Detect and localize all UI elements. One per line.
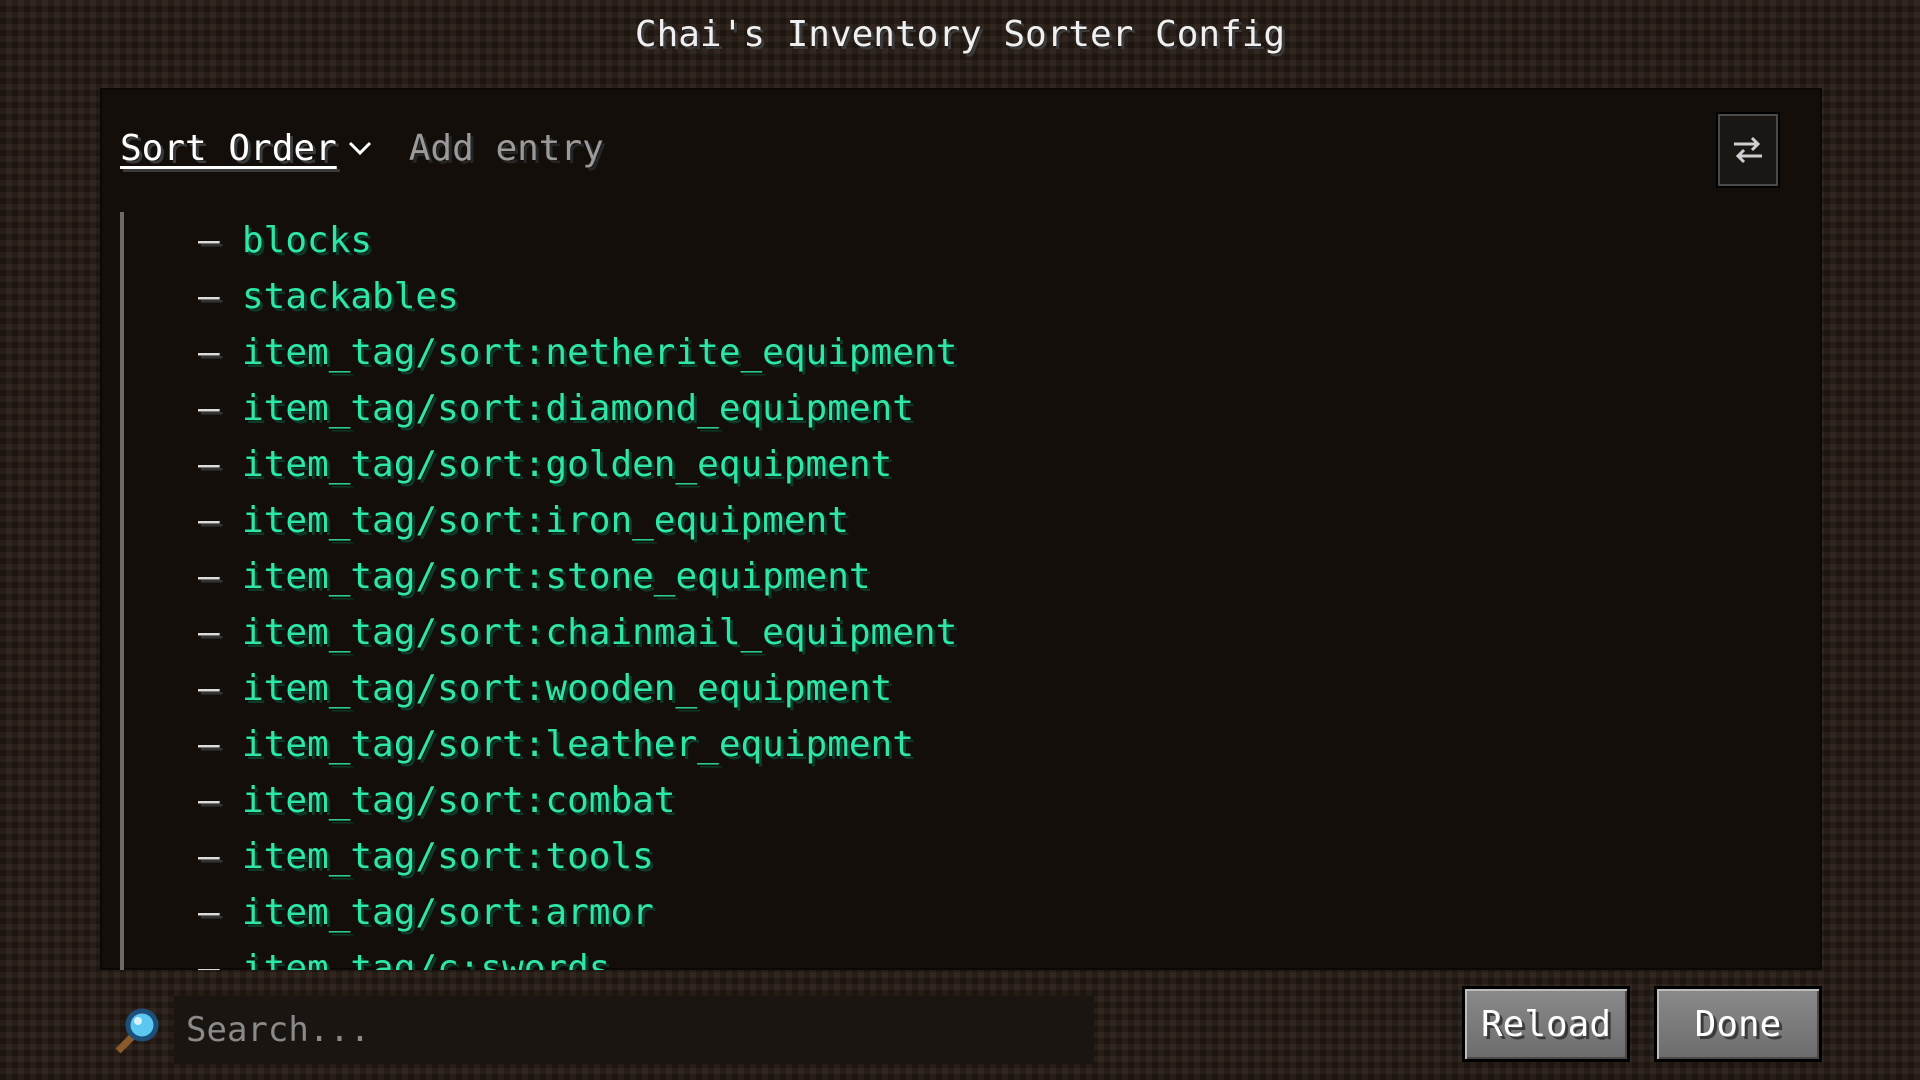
list-item[interactable]: – item_tag/c:swords [198, 940, 957, 971]
entry-dash: – [198, 555, 220, 597]
entry-dash: – [198, 387, 220, 429]
list-item[interactable]: – item_tag/sort:stone_equipment [198, 548, 957, 604]
search-bar [110, 996, 1096, 1064]
entries: – blocks – stackables – item_tag/sort:netheri… [198, 212, 957, 971]
list-item[interactable]: – stackables [198, 268, 957, 324]
entry-dash: – [198, 219, 220, 261]
entry-label: item_tag/sort:leather_equipment [242, 723, 914, 765]
entry-label: item_tag/sort:wooden_equipment [242, 667, 893, 709]
entry-label: item_tag/sort:tools [242, 835, 654, 877]
entry-list[interactable]: – blocks – stackables – item_tag/sort:netheri… [120, 212, 1800, 970]
tree-guide-line [120, 212, 124, 970]
search-input[interactable] [174, 996, 1094, 1064]
entry-dash: – [198, 275, 220, 317]
entry-label: item_tag/sort:golden_equipment [242, 443, 893, 485]
entry-dash: – [198, 331, 220, 373]
list-item[interactable]: – item_tag/sort:armor [198, 884, 957, 940]
entry-label: item_tag/c:swords [242, 947, 611, 971]
entry-label: blocks [242, 219, 373, 261]
swap-arrows-icon [1734, 136, 1762, 164]
list-item[interactable]: – item_tag/sort:wooden_equipment [198, 660, 957, 716]
sort-order-label: Sort Order [120, 127, 337, 169]
entry-dash: – [198, 835, 220, 877]
entry-dash: – [198, 947, 220, 971]
search-icon [115, 1008, 159, 1054]
entry-label: item_tag/sort:iron_equipment [242, 499, 849, 541]
entry-label: item_tag/sort:stone_equipment [242, 555, 871, 597]
entry-label: item_tag/sort:armor [242, 891, 654, 933]
entry-dash: – [198, 443, 220, 485]
entry-dash: – [198, 779, 220, 821]
swap-button[interactable] [1716, 112, 1780, 188]
list-item[interactable]: – item_tag/sort:leather_equipment [198, 716, 957, 772]
entry-dash: – [198, 611, 220, 653]
list-item[interactable]: – item_tag/sort:chainmail_equipment [198, 604, 957, 660]
window-title: Chai's Inventory Sorter Config [634, 14, 1286, 55]
done-button[interactable]: Done [1654, 986, 1822, 1062]
sort-order-dropdown[interactable]: Sort Order [120, 128, 373, 169]
entry-dash: – [198, 723, 220, 765]
entry-dash: – [198, 667, 220, 709]
list-item[interactable]: – item_tag/sort:diamond_equipment [198, 380, 957, 436]
toolbar: Sort Order Add entry [120, 122, 604, 174]
entry-dash: – [198, 891, 220, 933]
entry-dash: – [198, 499, 220, 541]
list-item[interactable]: – blocks [198, 212, 957, 268]
list-item[interactable]: – item_tag/sort:golden_equipment [198, 436, 957, 492]
entry-label: item_tag/sort:netherite_equipment [242, 331, 958, 373]
entry-label: stackables [242, 275, 459, 317]
config-panel: Sort Order Add entry – blocks – stackables –… [100, 88, 1822, 970]
list-item[interactable]: – item_tag/sort:combat [198, 772, 957, 828]
add-entry-button[interactable]: Add entry [409, 128, 604, 169]
entry-label: item_tag/sort:chainmail_equipment [242, 611, 958, 653]
list-item[interactable]: – item_tag/sort:netherite_equipment [198, 324, 957, 380]
reload-button[interactable]: Reload [1462, 986, 1630, 1062]
chevron-down-icon [348, 141, 371, 156]
entry-label: item_tag/sort:diamond_equipment [242, 387, 914, 429]
entry-label: item_tag/sort:combat [242, 779, 676, 821]
list-item[interactable]: – item_tag/sort:iron_equipment [198, 492, 957, 548]
list-item[interactable]: – item_tag/sort:tools [198, 828, 957, 884]
